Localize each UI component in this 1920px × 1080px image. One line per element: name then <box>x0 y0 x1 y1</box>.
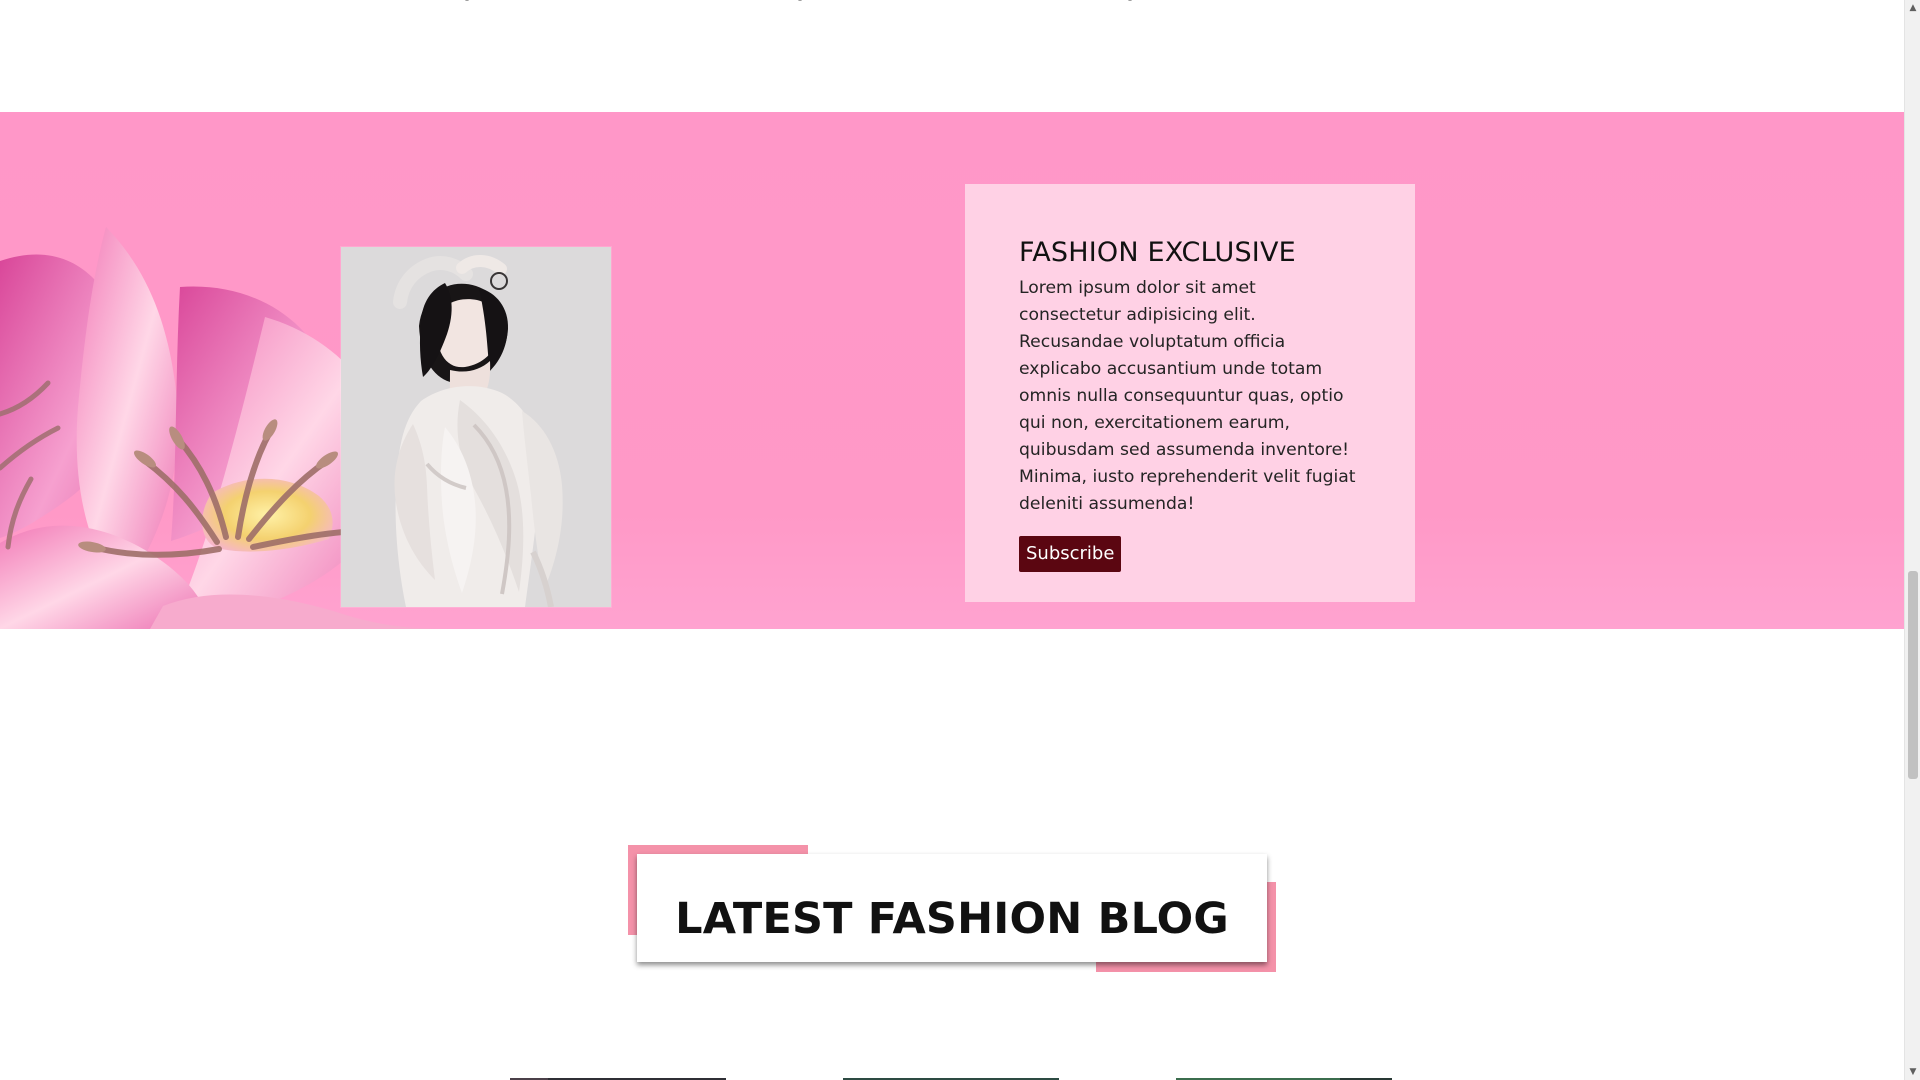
scroll-up-arrow-icon[interactable]: ▲ <box>1905 0 1920 16</box>
top-whitespace <box>0 0 1904 112</box>
fashion-exclusive-section: FASHION EXCLUSIVE Lorem ipsum dolor sit … <box>0 112 1904 629</box>
subscribe-button[interactable]: Subscribe <box>1019 536 1122 572</box>
page: FASHION EXCLUSIVE Lorem ipsum dolor sit … <box>0 0 1920 1080</box>
scroll-down-arrow-icon[interactable]: ▼ <box>1905 1064 1920 1080</box>
vertical-scrollbar[interactable]: ▲ ▼ <box>1904 0 1920 1080</box>
fashion-exclusive-card: FASHION EXCLUSIVE Lorem ipsum dolor sit … <box>965 184 1415 602</box>
cropped-text-fragment-3 <box>1128 0 1132 1</box>
scrollbar-thumb[interactable] <box>1908 571 1918 779</box>
cropped-text-fragment-1 <box>465 0 469 1</box>
cropped-text-fragment-2 <box>798 0 802 1</box>
fashion-model-image <box>341 247 611 607</box>
fashion-exclusive-title: FASHION EXCLUSIVE <box>1019 237 1296 268</box>
fashion-exclusive-description: Lorem ipsum dolor sit amet consectetur a… <box>1019 278 1356 514</box>
latest-blog-title: LATEST FASHION BLOG <box>675 893 1229 944</box>
latest-blog-heading-section: LATEST FASHION BLOG <box>628 845 1276 972</box>
latest-blog-heading-box: LATEST FASHION BLOG <box>637 854 1267 962</box>
